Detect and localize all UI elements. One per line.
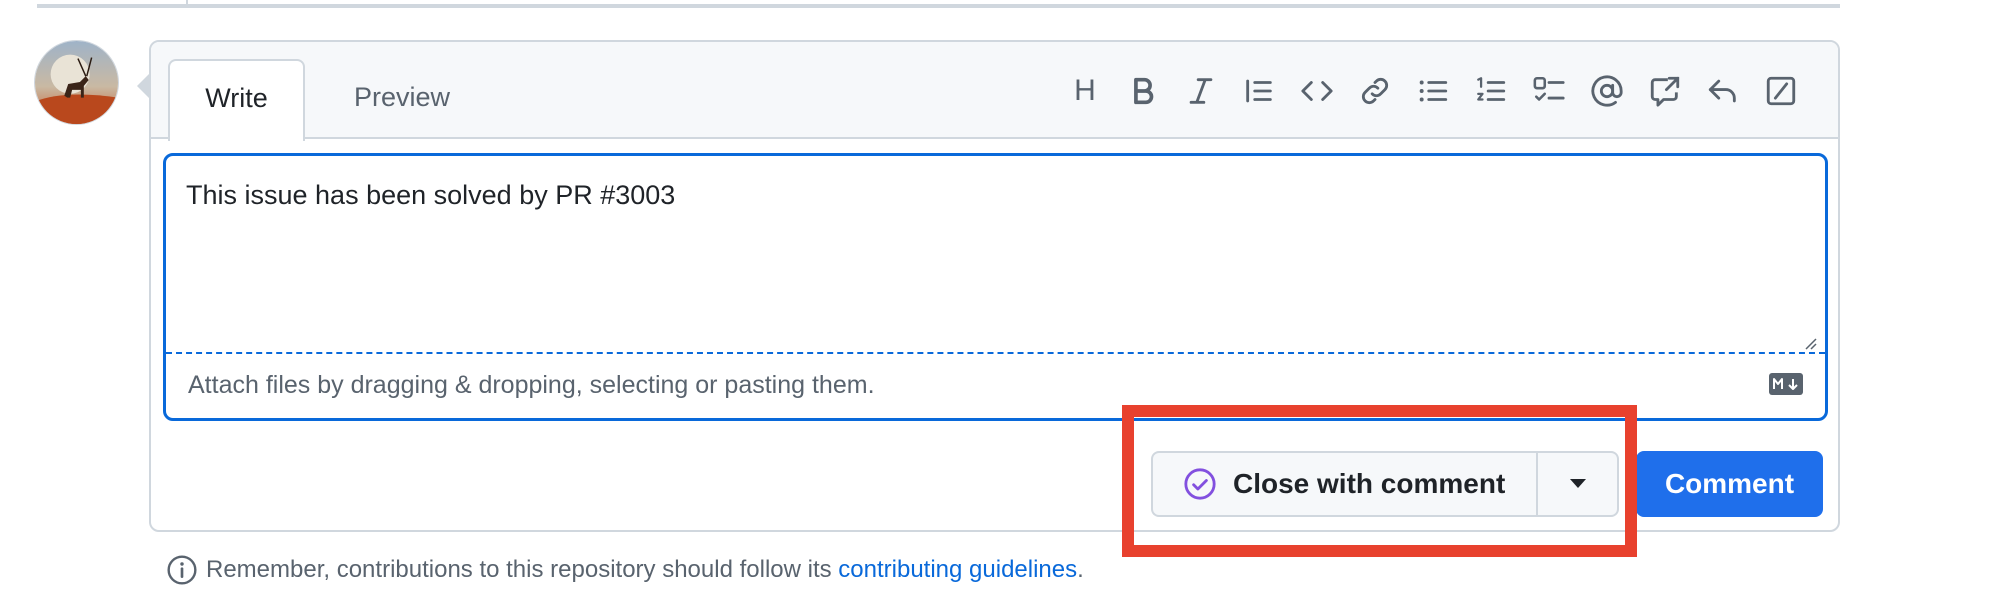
slash-commands-icon[interactable] — [1752, 66, 1810, 116]
quote-icon[interactable] — [1230, 66, 1288, 116]
markdown-toolbar: H — [1056, 66, 1810, 116]
mention-icon[interactable] — [1578, 66, 1636, 116]
bold-icon[interactable] — [1114, 66, 1172, 116]
task-list-icon[interactable] — [1520, 66, 1578, 116]
notice-text: Remember, contributions to this reposito… — [206, 556, 839, 583]
timeline-divider — [37, 4, 1840, 8]
info-icon — [167, 555, 197, 585]
link-icon[interactable] — [1346, 66, 1404, 116]
contributing-notice: Remember, contributions to this reposito… — [166, 553, 1084, 587]
cross-reference-icon[interactable] — [1636, 66, 1694, 116]
notice-suffix: . — [1077, 556, 1084, 583]
contributing-guidelines-link[interactable]: contributing guidelines — [838, 556, 1077, 584]
tab-preview[interactable]: Preview — [327, 59, 477, 141]
avatar[interactable] — [34, 40, 119, 125]
editor-header: Write Preview H — [151, 42, 1838, 141]
reply-icon[interactable] — [1694, 66, 1752, 116]
comment-editor[interactable]: This issue has been solved by PR #3003 A… — [163, 153, 1828, 421]
tab-write[interactable]: Write — [168, 59, 305, 141]
comment-button[interactable]: Comment — [1636, 451, 1823, 517]
unordered-list-icon[interactable] — [1404, 66, 1462, 116]
attach-files-hint[interactable]: Attach files by dragging & dropping, sel… — [188, 371, 875, 400]
markdown-icon[interactable] — [1769, 373, 1803, 395]
comment-textarea[interactable]: This issue has been solved by PR #3003 — [166, 156, 1825, 354]
avatar-image — [35, 41, 118, 124]
code-icon[interactable] — [1288, 66, 1346, 116]
timeline-tick — [186, 0, 188, 6]
resize-handle-icon[interactable] — [1801, 334, 1817, 350]
heading-icon[interactable]: H — [1056, 66, 1114, 116]
highlight-annotation — [1122, 405, 1637, 557]
italic-icon[interactable] — [1172, 66, 1230, 116]
ordered-list-icon[interactable] — [1462, 66, 1520, 116]
comment-caret — [137, 72, 151, 100]
